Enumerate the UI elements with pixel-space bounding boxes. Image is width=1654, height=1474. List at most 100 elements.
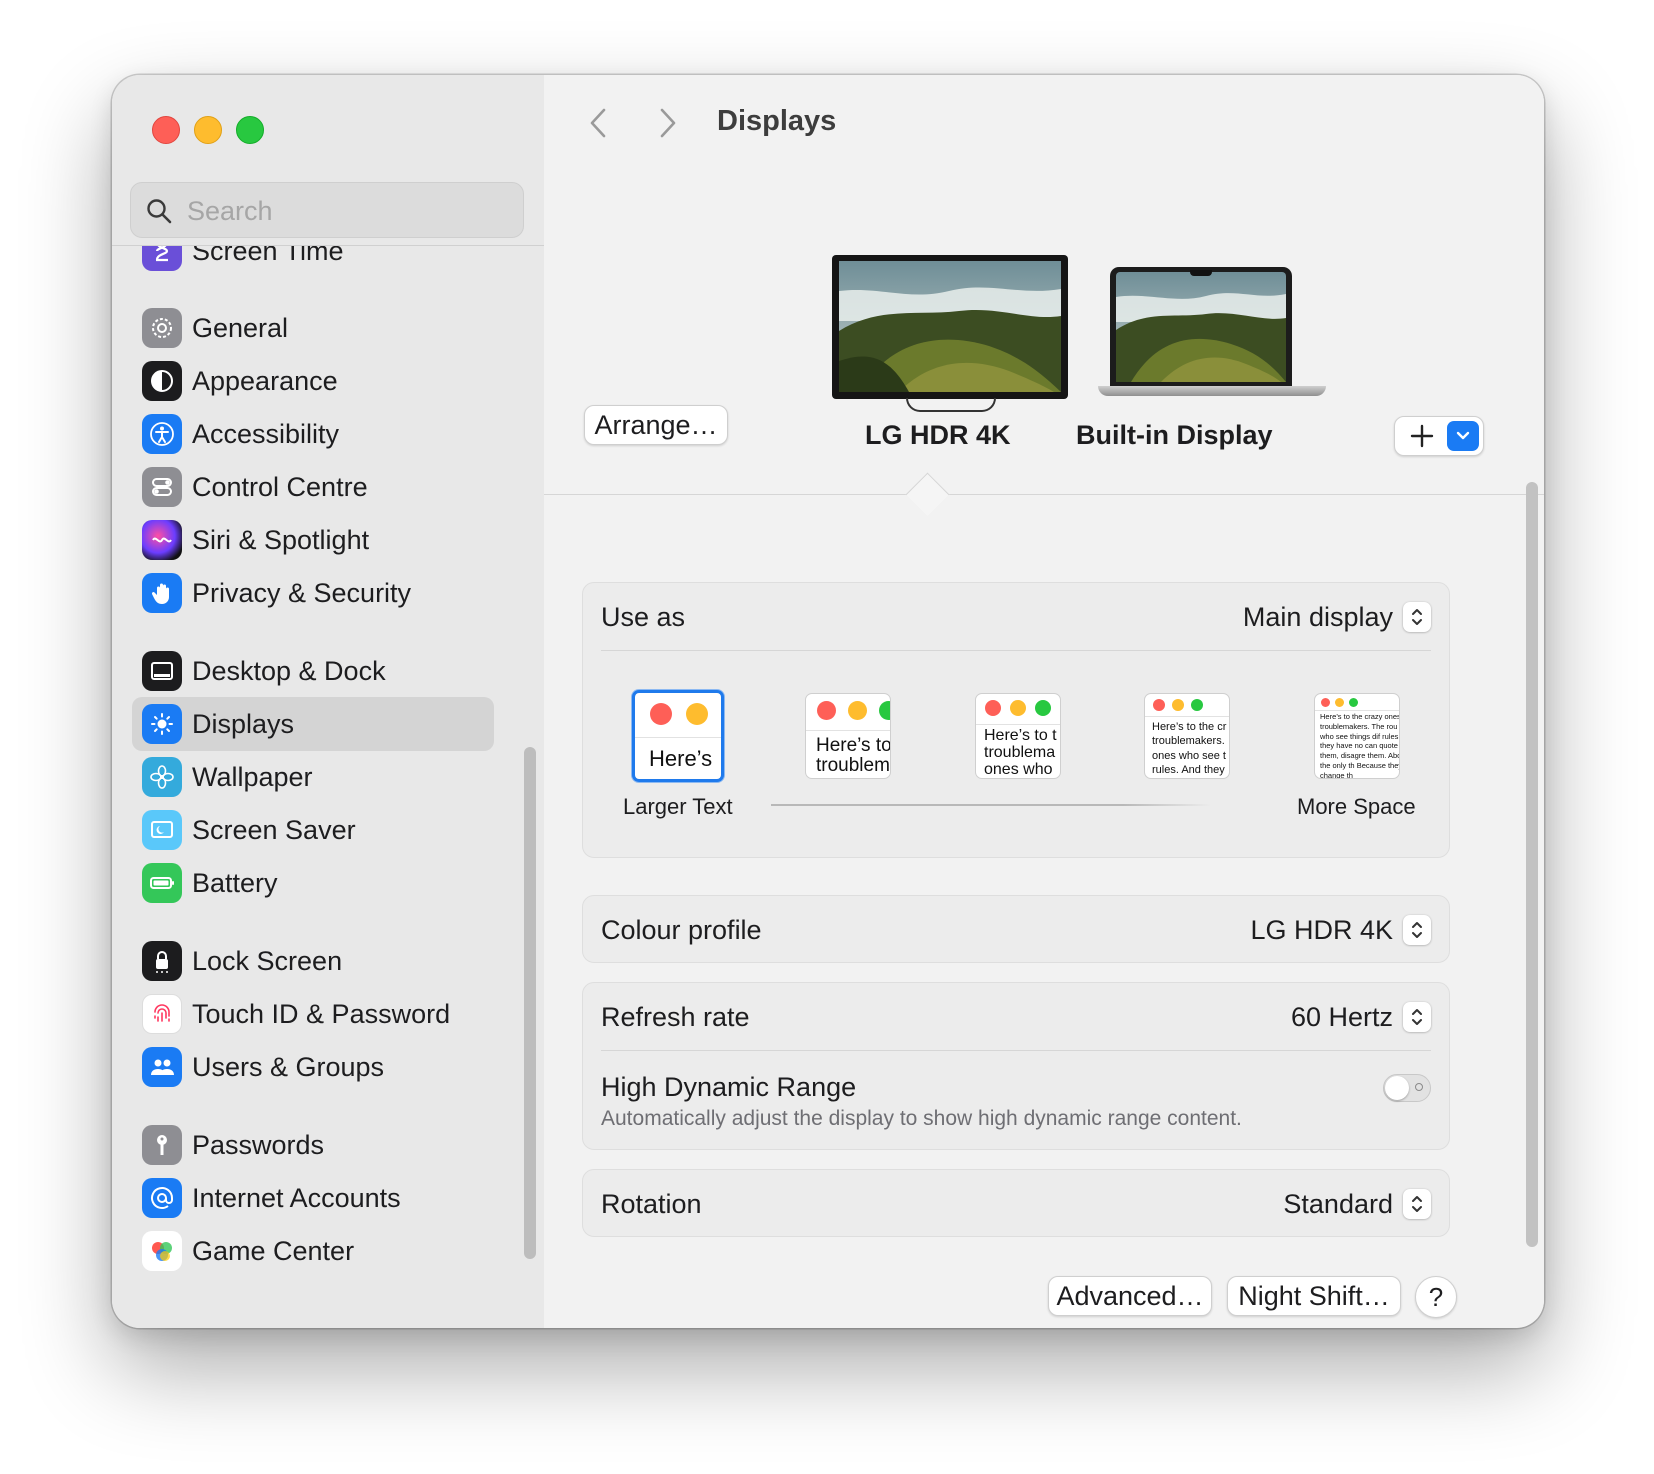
up-down-chevron-icon — [1412, 1009, 1422, 1025]
larger-text-label: Larger Text — [623, 794, 733, 819]
users-icon — [142, 1047, 182, 1087]
colour-profile-value[interactable]: LG HDR 4K — [1250, 915, 1393, 946]
game-center-icon — [142, 1231, 182, 1271]
sidebar-item-accessibility[interactable]: Accessibility — [132, 407, 494, 461]
maximize-button[interactable] — [236, 116, 264, 144]
sidebar-item-internet-accounts[interactable]: Internet Accounts — [132, 1171, 494, 1225]
main-pane: Displays Arrange… LG HDR 4K Built-in Dis… — [544, 75, 1544, 1328]
sidebar-item-battery[interactable]: Battery — [132, 856, 494, 910]
sidebar-item-desktop-dock[interactable]: Desktop & Dock — [132, 644, 494, 698]
colour-profile-card: Colour profile LG HDR 4K — [582, 895, 1450, 963]
use-as-popup-button[interactable] — [1403, 602, 1431, 632]
sidebar-item-wallpaper[interactable]: Wallpaper — [132, 750, 494, 804]
scale-track — [771, 804, 1211, 806]
sidebar-item-label: Touch ID & Password — [192, 998, 451, 1029]
separator — [601, 1050, 1431, 1051]
sidebar-item-label: Passwords — [192, 1129, 325, 1160]
siri-icon — [142, 520, 182, 560]
sidebar-item-control-centre[interactable]: Control Centre — [132, 460, 494, 514]
sidebar-item-siri-spotlight[interactable]: Siri & Spotlight — [132, 513, 494, 567]
rotation-value[interactable]: Standard — [1283, 1189, 1393, 1220]
colour-profile-label: Colour profile — [601, 915, 762, 945]
refresh-rate-label: Refresh rate — [601, 1002, 750, 1032]
sidebar-item-general[interactable]: General — [132, 301, 494, 355]
sidebar-item-label: Privacy & Security — [192, 577, 412, 608]
forward-button[interactable] — [650, 105, 686, 141]
scale-sample-text: Here’s to t troublema ones who — [984, 727, 1057, 778]
scale-option-4[interactable]: Here’s to the cr troublemakers. ones who… — [1144, 693, 1230, 779]
flower-icon — [142, 757, 182, 797]
add-display-control[interactable] — [1394, 416, 1484, 456]
scale-sample-text: Here’s to troublem — [816, 735, 891, 776]
settings-content: Use as Main display Here’s Here’s to tro… — [544, 495, 1544, 1328]
scale-option-more-space[interactable]: Here’s to the crazy ones troublemakers. … — [1314, 693, 1400, 779]
display-thumbnail-lg-hdr-4k[interactable] — [832, 255, 1068, 399]
hdr-toggle[interactable] — [1383, 1074, 1431, 1102]
page-title: Displays — [717, 105, 837, 137]
display-thumbnail-built-in[interactable] — [1110, 267, 1292, 386]
scale-sample-text: Here’s to the cr troublemakers. ones who… — [1152, 721, 1227, 776]
fingerprint-icon — [142, 994, 182, 1034]
sidebar-item-privacy-security[interactable]: Privacy & Security — [132, 566, 494, 620]
rotation-popup-button[interactable] — [1403, 1189, 1431, 1219]
sidebar-item-appearance[interactable]: Appearance — [132, 354, 494, 408]
sidebar-item-label: Internet Accounts — [192, 1182, 401, 1213]
sidebar-scrollbar[interactable] — [524, 747, 536, 1259]
night-shift-button[interactable]: Night Shift… — [1227, 1276, 1401, 1316]
sidebar-item-label: Screen Saver — [192, 814, 356, 845]
sidebar-item-screen-time[interactable]: Screen Time — [132, 246, 494, 278]
scale-sample-text: Here’s — [649, 746, 713, 771]
sidebar-item-touch-id[interactable]: Touch ID & Password — [132, 987, 494, 1041]
resolution-card: Use as Main display Here’s Here’s to tro… — [582, 582, 1450, 858]
add-display-dropdown[interactable] — [1447, 421, 1479, 451]
sidebar-item-label: Lock Screen — [192, 945, 343, 976]
plus-icon[interactable] — [1409, 423, 1435, 449]
sidebar-item-screen-saver[interactable]: Screen Saver — [132, 803, 494, 857]
sidebar-item-label: Desktop & Dock — [192, 655, 386, 686]
scale-option-larger-text[interactable]: Here’s — [632, 690, 724, 782]
close-button[interactable] — [152, 116, 180, 144]
control-centre-icon — [142, 467, 182, 507]
sidebar-item-label: Wallpaper — [192, 761, 313, 792]
scale-sample-text: Here’s to the crazy ones troublemakers. … — [1320, 712, 1400, 779]
sidebar-item-users-groups[interactable]: Users & Groups — [132, 1040, 494, 1094]
minimize-button[interactable] — [194, 116, 222, 144]
sidebar-item-game-center[interactable]: Game Center — [132, 1224, 494, 1278]
sidebar: Screen Time General Appearance — [112, 75, 545, 1328]
up-down-chevron-icon — [1412, 1196, 1422, 1212]
dock-icon — [142, 651, 182, 691]
up-down-chevron-icon — [1412, 609, 1422, 625]
gear-icon — [142, 308, 182, 348]
sidebar-item-displays[interactable]: Displays — [132, 697, 494, 751]
refresh-hdr-card: Refresh rate 60 Hertz High Dynamic Range… — [582, 982, 1450, 1150]
search-input[interactable] — [185, 191, 509, 231]
use-as-value[interactable]: Main display — [1243, 602, 1393, 633]
search-field[interactable] — [130, 182, 524, 238]
advanced-button[interactable]: Advanced… — [1048, 1276, 1212, 1316]
lock-icon — [142, 941, 182, 981]
help-button[interactable]: ? — [1415, 1276, 1457, 1318]
window-controls — [152, 116, 264, 144]
settings-window: Screen Time General Appearance — [112, 75, 1544, 1328]
sidebar-item-lock-screen[interactable]: Lock Screen — [132, 934, 494, 988]
content-scrollbar[interactable] — [1526, 482, 1538, 1247]
sidebar-item-label: Displays — [192, 708, 295, 739]
sidebar-item-passwords[interactable]: Passwords — [132, 1118, 494, 1172]
separator — [601, 650, 1431, 651]
sidebar-item-label: Siri & Spotlight — [192, 524, 370, 555]
display-name-lg-hdr-4k[interactable]: LG HDR 4K — [865, 420, 1011, 451]
colour-profile-popup-button[interactable] — [1403, 915, 1431, 945]
display-name-built-in[interactable]: Built-in Display — [1076, 420, 1273, 451]
sidebar-list: Screen Time General Appearance Accessibi… — [112, 245, 544, 1328]
refresh-rate-popup-button[interactable] — [1403, 1002, 1431, 1032]
scale-option-3[interactable]: Here’s to t troublema ones who — [975, 693, 1061, 779]
arrange-button[interactable]: Arrange… — [584, 405, 728, 445]
up-down-chevron-icon — [1412, 922, 1422, 938]
landscape-wallpaper — [1116, 272, 1286, 382]
refresh-rate-value[interactable]: 60 Hertz — [1291, 1002, 1393, 1033]
screensaver-icon — [142, 810, 182, 850]
back-button[interactable] — [580, 105, 616, 141]
rotation-label: Rotation — [601, 1189, 702, 1219]
sidebar-item-label: General — [192, 312, 289, 343]
scale-option-2[interactable]: Here’s to troublem — [805, 693, 891, 779]
